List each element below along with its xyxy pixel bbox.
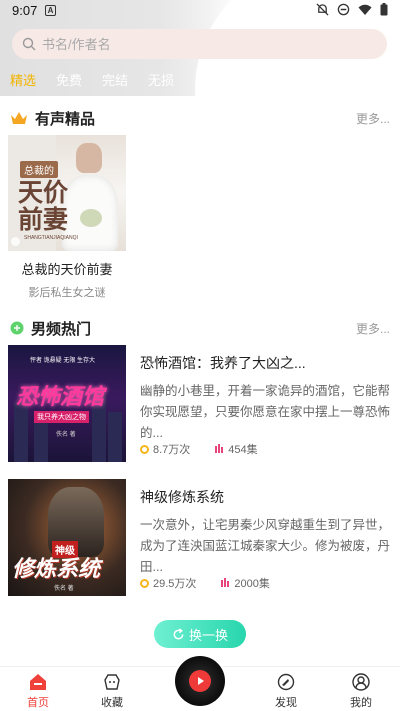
- play-count: 8.7万次: [140, 441, 190, 457]
- male-badge-icon: [10, 321, 24, 335]
- book-item[interactable]: 怦者 诡悬疑 无限 生存大 恐怖酒馆 我只养大凶之物 佚名 著 恐怖酒馆：我养了…: [8, 345, 392, 463]
- battery-icon: [380, 3, 388, 16]
- audio-more-link[interactable]: 更多...: [356, 110, 390, 127]
- cover-tags: 怦者 诡悬疑 无限 生存大: [30, 358, 96, 364]
- refresh-icon: [173, 627, 184, 639]
- male-section-header: 男频热门 更多...: [10, 316, 390, 340]
- mute-icon: [316, 3, 329, 16]
- crown-icon: [11, 112, 27, 124]
- book-stats: 29.5万次 2000集: [140, 575, 270, 591]
- episodes-icon: [221, 578, 230, 587]
- book-description: 一次意外，让宅男秦少风穿越重生到了异世，成为了连泱国蓝江城秦家大少。修为被废，丹…: [140, 518, 391, 574]
- play-count-value: 29.5万次: [153, 578, 197, 590]
- book-item[interactable]: 神级 修炼系统 佚名 著 神级修炼系统 一次意外，让宅男秦少风穿越重生到了异世，…: [8, 479, 392, 597]
- notification-badge: A: [45, 5, 56, 16]
- tab-free[interactable]: 免费: [56, 70, 82, 89]
- status-time: 9:07: [12, 3, 38, 18]
- play-count-icon: [140, 578, 149, 588]
- tab-featured[interactable]: 精选: [10, 70, 36, 89]
- nav-home-label: 首页: [27, 697, 49, 709]
- episode-count-value: 2000集: [234, 578, 270, 590]
- cover-building: [34, 422, 48, 462]
- player-record-button[interactable]: [175, 656, 225, 706]
- play-dot-icon: [11, 236, 20, 246]
- cover-play-indicator: [11, 234, 71, 248]
- play-icon: [189, 670, 211, 692]
- status-icons: [316, 3, 388, 16]
- home-icon: [30, 674, 46, 690]
- collect-icon: [104, 674, 120, 690]
- male-more-link[interactable]: 更多...: [356, 320, 390, 337]
- book-stats: 8.7万次 454集: [140, 441, 258, 457]
- cover-author: 佚名 著: [54, 586, 74, 592]
- nav-home[interactable]: 首页: [8, 673, 68, 710]
- cover-art-title: 天价前妻: [18, 178, 69, 234]
- episodes-icon: [215, 444, 224, 453]
- book-title: 神级修炼系统: [140, 489, 224, 505]
- episode-count: 454集: [214, 441, 258, 457]
- play-count-value: 8.7万次: [153, 444, 191, 456]
- audio-section-title: 有声精品: [35, 110, 96, 128]
- search-input[interactable]: [42, 36, 342, 52]
- search-bar[interactable]: [12, 29, 387, 59]
- male-section-title: 男频热门: [31, 320, 92, 338]
- nav-profile[interactable]: 我的: [331, 673, 391, 710]
- episode-count-value: 454集: [228, 444, 258, 456]
- nav-discover[interactable]: 发现: [256, 673, 316, 710]
- cover-art-title: 恐怖酒馆: [16, 384, 105, 410]
- search-icon: [22, 37, 36, 51]
- audio-book-title: 总裁的天价前妻: [21, 262, 113, 277]
- nav-collect-label: 收藏: [101, 697, 123, 709]
- book-cover: 神级 修炼系统 佚名 著: [8, 479, 126, 596]
- status-bar: 9:07 A: [0, 0, 400, 22]
- cover-bouquet: [80, 209, 102, 227]
- category-tabs: 精选 免费 完结 无损: [10, 70, 174, 89]
- audio-book-subtitle: 影后私生女之谜: [28, 287, 106, 299]
- audio-section-header: 有声精品 更多...: [10, 106, 390, 130]
- cover-building: [14, 402, 28, 462]
- nav-profile-label: 我的: [350, 697, 372, 709]
- play-count-icon: [140, 444, 149, 454]
- refresh-button[interactable]: 换一换: [154, 620, 246, 648]
- dnd-icon: [337, 3, 350, 16]
- cover-art-title: 修炼系统: [12, 556, 101, 582]
- cover-author: 佚名 著: [56, 432, 76, 438]
- cover-badge: 总裁的: [20, 161, 58, 178]
- cover-building: [108, 412, 122, 462]
- book-title: 恐怖酒馆：我养了大凶之...: [140, 355, 306, 371]
- nav-collect[interactable]: 收藏: [82, 673, 142, 710]
- profile-icon: [352, 673, 370, 691]
- tab-lossless[interactable]: 无损: [148, 70, 174, 89]
- audio-book-card[interactable]: 总裁的 天价前妻 SHANGTIANJIAQIANQI 总裁的天价前妻 影后私生…: [8, 135, 126, 300]
- discover-icon: [277, 673, 295, 691]
- tab-completed[interactable]: 完结: [102, 70, 128, 89]
- episode-count: 2000集: [220, 575, 270, 591]
- refresh-label: 换一换: [188, 627, 228, 643]
- book-cover: 怦者 诡悬疑 无限 生存大 恐怖酒馆 我只养大凶之物 佚名 著: [8, 345, 126, 462]
- nav-discover-label: 发现: [275, 697, 297, 709]
- audio-book-cover: 总裁的 天价前妻 SHANGTIANJIAQIANQI: [8, 135, 126, 251]
- cover-ribbon: 我只养大凶之物: [34, 411, 89, 423]
- play-count: 29.5万次: [140, 575, 196, 591]
- book-description: 幽静的小巷里，开着一家诡异的酒馆，它能帮你实现愿望，只要你愿意在家中摆上一尊恐怖…: [140, 384, 391, 440]
- wifi-icon: [358, 4, 372, 15]
